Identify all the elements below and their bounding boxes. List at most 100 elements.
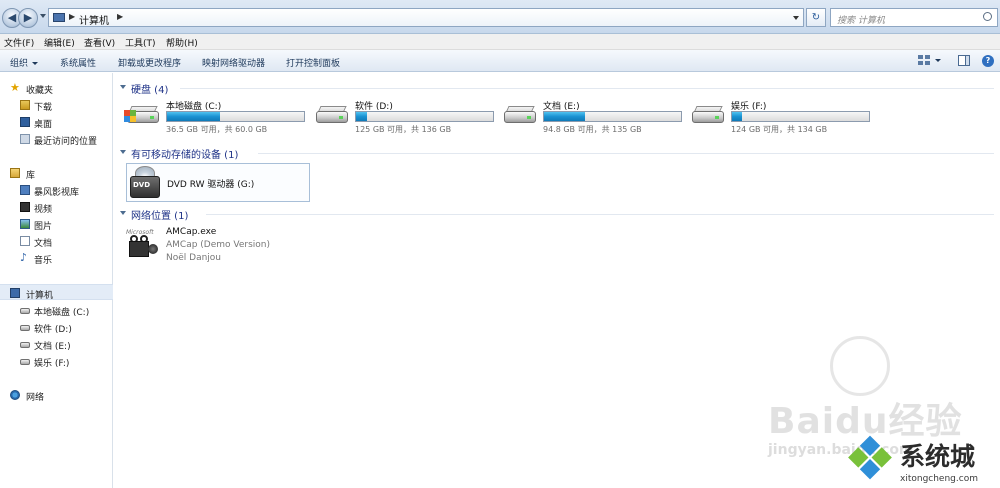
group-header-hard-disks[interactable]: 硬盘 (4) bbox=[120, 81, 994, 96]
sidebar-item-label: 文档 (E:) bbox=[34, 342, 71, 352]
microsoft-logo-text: Microsoft bbox=[126, 229, 154, 236]
address-dropdown-icon[interactable] bbox=[793, 16, 799, 20]
command-bar: 组织 系统属性 卸载或更改程序 映射网络驱动器 打开控制面板 ? bbox=[0, 50, 1000, 72]
open-control-panel-button[interactable]: 打开控制面板 bbox=[286, 56, 340, 69]
hard-drive-icon bbox=[503, 105, 537, 127]
menu-view[interactable]: 查看(V) bbox=[84, 36, 115, 49]
sidebar-item-computer[interactable]: 计算机 bbox=[0, 284, 113, 301]
xitongcheng-url: xitongcheng.com bbox=[900, 474, 978, 484]
change-view-icon[interactable] bbox=[918, 55, 930, 66]
app-author: Noël Danjou bbox=[166, 253, 221, 263]
music-note-icon: ♪ bbox=[20, 251, 28, 264]
hard-drive-icon bbox=[20, 325, 30, 331]
sidebar-item-documents[interactable]: 文档 bbox=[0, 233, 113, 249]
chevron-down-icon bbox=[32, 62, 39, 65]
network-icon bbox=[10, 390, 20, 400]
group-title: 网络位置 (1) bbox=[131, 211, 189, 222]
camera-app-icon: Microsoft bbox=[126, 229, 162, 263]
dvd-drive-icon: DVD bbox=[130, 166, 160, 199]
menu-help[interactable]: 帮助(H) bbox=[166, 36, 198, 49]
sidebar-item-recent-places[interactable]: 最近访问的位置 bbox=[0, 131, 113, 147]
group-header-removable[interactable]: 有可移动存储的设备 (1) bbox=[120, 146, 994, 161]
address-bar[interactable]: ▶ 计算机 ▶ bbox=[48, 8, 804, 27]
search-input[interactable]: 搜索 计算机 bbox=[830, 8, 998, 27]
chevron-right-icon[interactable]: ▶ bbox=[117, 12, 123, 21]
uninstall-program-button[interactable]: 卸载或更改程序 bbox=[118, 56, 181, 69]
drive-tile-d[interactable]: 软件 (D:) 125 GB 可用，共 136 GB bbox=[315, 99, 495, 135]
sidebar-item-drive-c[interactable]: 本地磁盘 (C:) bbox=[0, 302, 113, 318]
chevron-right-icon[interactable]: ▶ bbox=[69, 12, 75, 21]
dvd-badge: DVD bbox=[133, 181, 151, 189]
sidebar-item-baofeng[interactable]: 暴风影视库 bbox=[0, 182, 113, 198]
system-properties-button[interactable]: 系统属性 bbox=[60, 56, 96, 69]
forward-button[interactable]: ▶ bbox=[18, 8, 38, 28]
group-divider bbox=[258, 153, 994, 154]
hard-drive-icon bbox=[20, 359, 30, 365]
preview-pane-icon[interactable] bbox=[958, 55, 970, 66]
title-bar: ◀ ▶ ▶ 计算机 ▶ ↻ 搜索 计算机 bbox=[0, 0, 1000, 34]
windows-logo-icon bbox=[124, 110, 136, 122]
sidebar-item-libraries[interactable]: 库 bbox=[0, 165, 113, 181]
xitongcheng-watermark: 系统城 xitongcheng.com bbox=[848, 434, 1000, 488]
group-header-network-locations[interactable]: 网络位置 (1) bbox=[120, 207, 994, 222]
refresh-button[interactable]: ↻ bbox=[806, 8, 826, 27]
computer-icon bbox=[10, 288, 20, 298]
sidebar-item-label: 计算机 bbox=[26, 291, 54, 301]
menu-file[interactable]: 文件(F) bbox=[4, 36, 34, 49]
hard-drive-icon bbox=[20, 308, 30, 314]
group-title: 有可移动存储的设备 (1) bbox=[131, 150, 239, 161]
sidebar-item-network[interactable]: 网络 bbox=[0, 387, 113, 403]
recent-pages-dropdown[interactable] bbox=[40, 14, 46, 18]
collapse-icon[interactable] bbox=[120, 150, 126, 154]
sidebar-item-label: 最近访问的位置 bbox=[34, 137, 98, 147]
hard-drive-icon bbox=[20, 342, 30, 348]
view-options-dropdown-icon[interactable] bbox=[935, 59, 941, 62]
menu-bar: 文件(F) 编辑(E) 查看(V) 工具(T) 帮助(H) bbox=[0, 34, 1000, 50]
drive-tile-c[interactable]: 本地磁盘 (C:) 36.5 GB 可用，共 60.0 GB bbox=[124, 99, 306, 135]
sidebar-item-label: 下载 bbox=[34, 103, 53, 113]
map-network-drive-button[interactable]: 映射网络驱动器 bbox=[202, 56, 265, 69]
breadcrumb-computer[interactable]: 计算机 bbox=[79, 12, 109, 27]
collapse-icon[interactable] bbox=[120, 211, 126, 215]
recent-places-icon bbox=[20, 134, 30, 144]
drive-usage-fill bbox=[356, 112, 367, 121]
sidebar-item-label: 娱乐 (F:) bbox=[34, 359, 70, 369]
sidebar-item-desktop[interactable]: 桌面 bbox=[0, 114, 113, 130]
sidebar-item-pictures[interactable]: 图片 bbox=[0, 216, 113, 232]
sidebar-item-downloads[interactable]: 下载 bbox=[0, 97, 113, 113]
sidebar-item-label: 网络 bbox=[26, 393, 45, 403]
sidebar-item-drive-f[interactable]: 娱乐 (F:) bbox=[0, 353, 113, 369]
sidebar-item-label: 库 bbox=[26, 171, 36, 181]
document-icon bbox=[20, 236, 30, 246]
help-icon[interactable]: ? bbox=[982, 55, 994, 67]
organize-button[interactable]: 组织 bbox=[10, 56, 39, 69]
sidebar-item-music[interactable]: ♪ 音乐 bbox=[0, 250, 113, 266]
drive-usage-bar bbox=[166, 111, 305, 122]
drive-tile-e[interactable]: 文档 (E:) 94.8 GB 可用，共 135 GB bbox=[503, 99, 683, 135]
sidebar-item-label: 收藏夹 bbox=[26, 86, 54, 96]
xitongcheng-name: 系统城 bbox=[900, 442, 976, 471]
app-description: AMCap (Demo Version) bbox=[166, 240, 271, 250]
baidu-watermark: Baidu经验 jingyan.baidu.com bbox=[660, 336, 961, 458]
sidebar-item-videos[interactable]: 视频 bbox=[0, 199, 113, 215]
menu-tools[interactable]: 工具(T) bbox=[125, 36, 156, 49]
collapse-icon[interactable] bbox=[120, 85, 126, 89]
computer-icon bbox=[53, 13, 65, 22]
menu-edit[interactable]: 编辑(E) bbox=[44, 36, 75, 49]
sidebar-item-favorites[interactable]: ★ 收藏夹 bbox=[0, 80, 113, 96]
sidebar-item-label: 本地磁盘 (C:) bbox=[34, 308, 90, 318]
drive-space-info: 124 GB 可用，共 134 GB bbox=[731, 125, 828, 134]
drive-usage-fill bbox=[167, 112, 221, 121]
sidebar-item-drive-d[interactable]: 软件 (D:) bbox=[0, 319, 113, 335]
sidebar-item-label: 桌面 bbox=[34, 120, 53, 130]
sidebar-item-drive-e[interactable]: 文档 (E:) bbox=[0, 336, 113, 352]
search-placeholder: 搜索 计算机 bbox=[837, 16, 885, 26]
drive-tile-f[interactable]: 娱乐 (F:) 124 GB 可用，共 134 GB bbox=[691, 99, 871, 135]
dvd-drive-tile[interactable]: DVD DVD RW 驱动器 (G:) bbox=[126, 163, 310, 202]
drive-usage-bar bbox=[543, 111, 682, 122]
navigation-pane[interactable]: ★ 收藏夹 下载 桌面 最近访问的位置 库 暴风影视库 视频 图片 文档 ♪ 音… bbox=[0, 73, 113, 488]
network-item-amcap[interactable]: Microsoft AMCap.exe AMCap (Demo Version)… bbox=[126, 227, 326, 267]
hard-drive-icon bbox=[315, 105, 349, 127]
hard-drive-icon bbox=[691, 105, 725, 127]
search-icon[interactable] bbox=[983, 12, 992, 21]
